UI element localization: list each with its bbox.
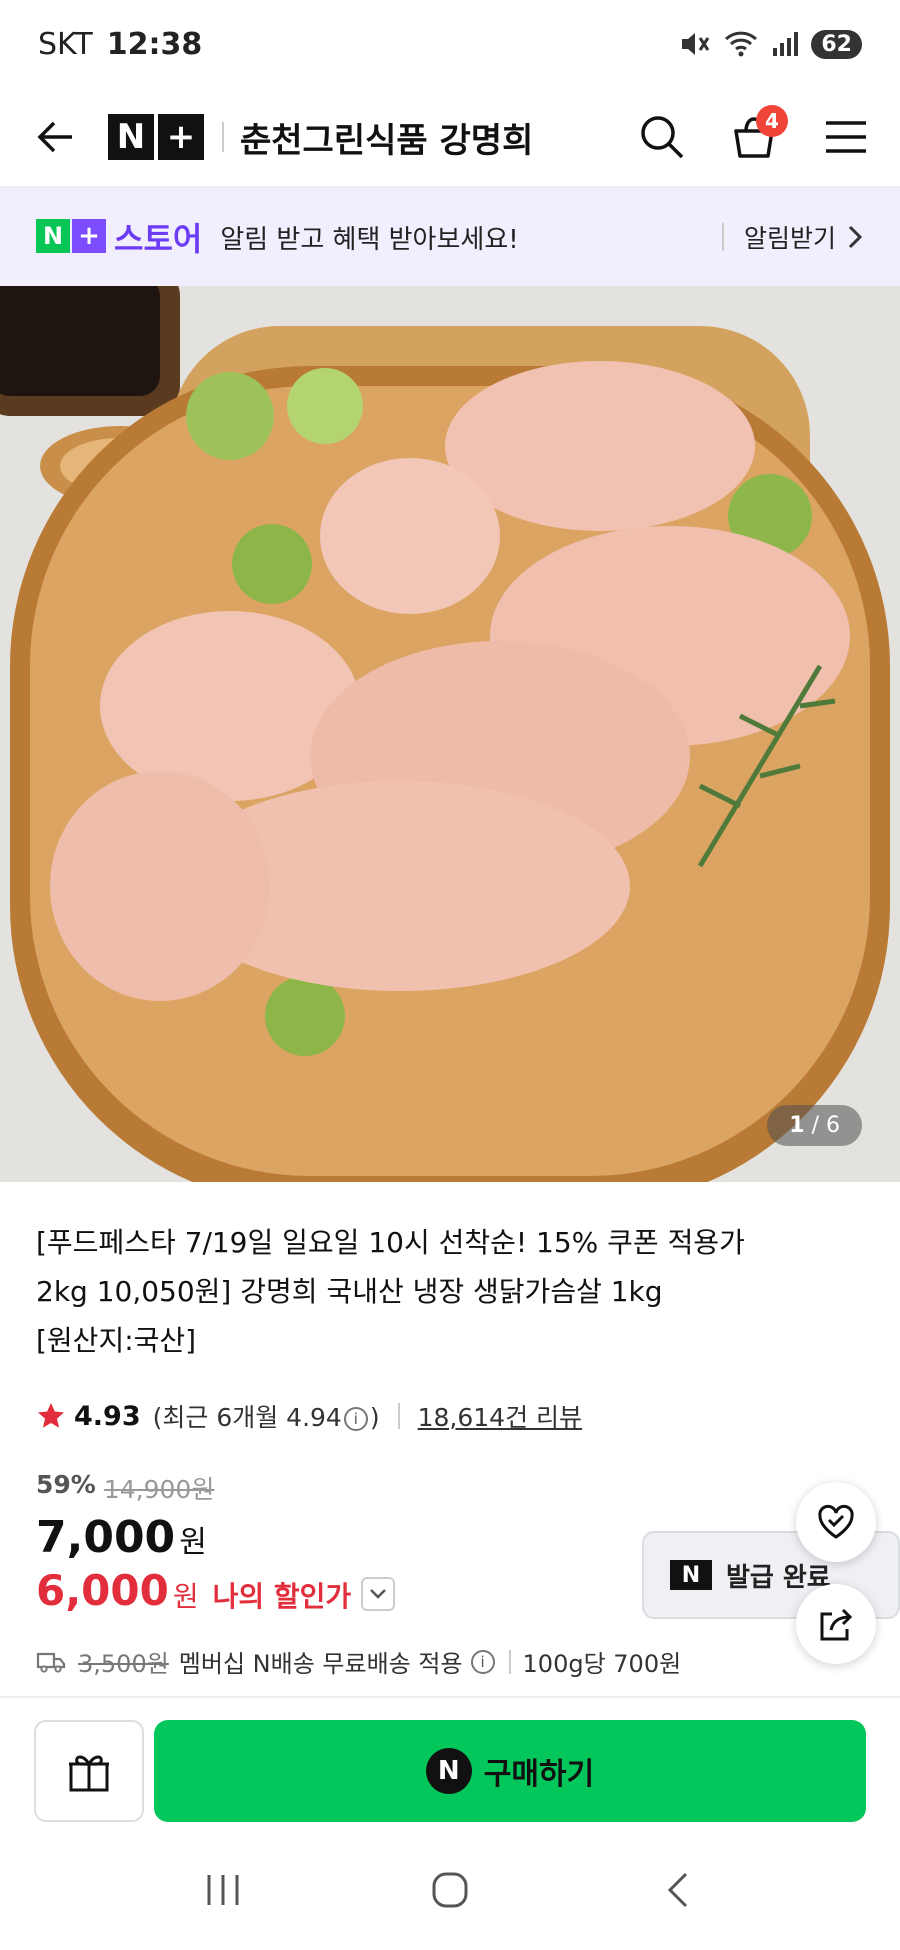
chevron-right-icon [848,225,863,249]
rating-score: 4.93 [74,1400,141,1432]
shipping-text: 멤버십 N배송 무료배송 적용 [178,1650,463,1678]
heart-check-icon [818,1504,854,1539]
system-navigation-bar [0,1830,900,1950]
buy-label: 구매하기 [483,1757,595,1792]
carrier-label: SKT [38,26,93,62]
title-line-2: 2kg 10,050원] 강명희 국내산 냉장 생닭가슴살 1kg [36,1275,663,1308]
back-chevron-icon [667,1872,687,1908]
wifi-icon [725,31,758,57]
rating-row: 4.93 (최근 6개월 4.94 i) 18,614건 리뷰 [36,1398,582,1434]
notification-banner[interactable]: N + 스토어 알림 받고 혜택 받아보세요! 알림받기 [0,188,900,286]
zzim-button[interactable] [796,1482,876,1562]
nplus-logo[interactable]: N + [108,114,204,160]
arrow-left-icon [37,121,72,153]
menu-button[interactable] [820,111,872,163]
coupon-label: 발급 완료 [726,1562,831,1593]
price-detail-toggle[interactable] [361,1576,396,1611]
delivery-truck-icon [36,1652,66,1673]
logo-plus: + [158,114,204,160]
clock: 12:38 [106,26,203,62]
discount-row: 59% 14,900원 [36,1470,214,1506]
recent-rating-text: (최근 6개월 4.94 [152,1403,342,1432]
image-total: 6 [826,1113,840,1138]
title-line-1: [푸드페스타 7/19일 일요일 10시 선착순! 15% 쿠폰 적용가 [36,1226,745,1259]
review-count-link[interactable]: 18,614건 리뷰 [418,1398,582,1434]
status-bar: SKT 12:38 62 [0,0,900,88]
recent-rating: (최근 6개월 4.94 i) [153,1398,380,1434]
home-icon [432,1872,468,1908]
mute-icon [682,33,710,55]
banner-divider [721,223,724,251]
my-price-label: 나의 할인가 [212,1579,352,1613]
sale-price: 7,000 원 [36,1512,207,1563]
bottom-action-bar: N 구매하기 [0,1696,900,1830]
share-button[interactable] [796,1584,876,1664]
discount-percent: 59% [36,1470,96,1499]
my-price-value: 6,000 [36,1566,169,1615]
my-discount-price: 6,000 원 나의 할인가 [36,1566,396,1615]
banner-store-label: 스토어 [114,220,203,258]
naver-pay-n-logo: N [425,1748,472,1794]
banner-message: 알림 받고 혜택 받아보세요! [220,224,519,255]
shipping-info-icon[interactable]: i [470,1649,495,1674]
store-name[interactable]: 춘천그린식품 강명희 [240,113,533,162]
recent-apps-icon [207,1875,239,1905]
subscribe-alert-link[interactable]: 알림받기 [744,219,836,255]
nplus-store-logo: N + [36,219,106,255]
system-back-button[interactable] [637,1850,717,1930]
my-price-unit: 원 [172,1579,199,1613]
share-icon [820,1608,853,1641]
home-button[interactable] [410,1850,490,1930]
shipping-original-fee: 3,500원 [78,1650,169,1678]
hamburger-menu-icon [826,121,866,153]
product-photo [0,286,900,1182]
search-button[interactable] [636,111,688,163]
header-divider [222,122,224,152]
price-unit: 원 [179,1525,207,1560]
logo-n: N [108,114,154,160]
gift-icon [69,1755,109,1792]
rating-divider [397,1403,400,1429]
image-separator: / [804,1113,826,1138]
signal-icon [773,32,799,56]
recent-rating-close: ) [369,1403,380,1432]
cart-button[interactable]: 4 [728,105,788,163]
product-title: [푸드페스타 7/19일 일요일 10시 선착순! 15% 쿠폰 적용가 2kg… [36,1218,866,1365]
banner-logo-plus: + [72,219,106,253]
recent-apps-button[interactable] [183,1850,263,1930]
title-line-3: [원산지:국산] [36,1324,197,1357]
chevron-down-icon [370,1588,387,1599]
buy-button[interactable]: N 구매하기 [154,1720,866,1822]
banner-logo-n: N [36,219,70,253]
unit-price: 100g당 700원 [522,1650,682,1678]
price-value: 7,000 [36,1512,176,1563]
gift-button[interactable] [34,1720,144,1822]
info-icon[interactable]: i [343,1407,368,1431]
original-price: 14,900원 [103,1475,215,1504]
image-counter: 1 / 6 [767,1105,862,1146]
app-header: N + 춘천그린식품 강명희 4 [0,88,900,188]
star-icon [38,1403,64,1428]
image-current: 1 [789,1113,805,1138]
shipping-info: 3,500원 멤버십 N배송 무료배송 적용 i 100g당 700원 [36,1644,681,1679]
product-image-carousel[interactable]: 1 / 6 [0,286,900,1182]
cart-count-badge: 4 [756,105,788,137]
coupon-n-logo: N [670,1560,712,1590]
battery-indicator: 62 [811,29,862,59]
search-icon [641,116,684,159]
shipping-divider [508,1649,511,1674]
back-button[interactable] [28,111,80,163]
